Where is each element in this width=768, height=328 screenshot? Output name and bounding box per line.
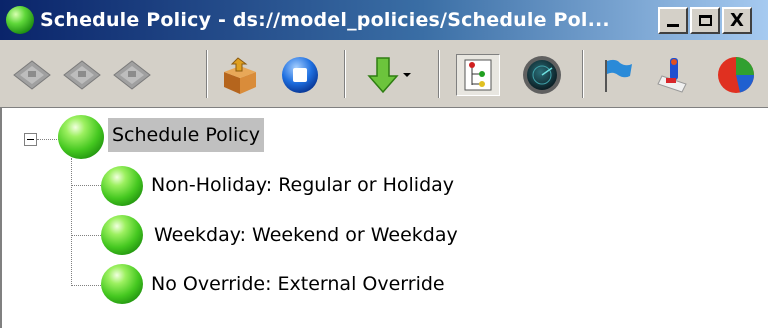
pie-chart-button[interactable] xyxy=(712,54,768,96)
toolbar-separator xyxy=(206,50,208,98)
tree-node-green-ball-icon[interactable] xyxy=(101,166,143,206)
toolbar xyxy=(0,40,768,108)
tools-button[interactable] xyxy=(652,54,696,96)
radar-button[interactable] xyxy=(520,54,564,96)
close-icon: X xyxy=(730,9,744,31)
tree-connector-line xyxy=(71,285,101,286)
close-button[interactable]: X xyxy=(722,6,752,34)
collapse-toggle[interactable] xyxy=(24,133,37,146)
green-ball-icon xyxy=(6,6,34,34)
blue-flag-icon xyxy=(605,59,632,92)
stop-button[interactable] xyxy=(278,54,322,96)
root-node-green-ball-icon[interactable] xyxy=(58,115,104,159)
maximize-icon xyxy=(698,14,712,26)
window-title: Schedule Policy - ds://model_policies/Sc… xyxy=(40,9,610,31)
tree-view-button[interactable] xyxy=(456,54,500,96)
chevron-down-icon xyxy=(403,73,411,77)
minimize-button[interactable] xyxy=(658,6,688,34)
radar-globe-icon xyxy=(523,56,561,94)
save-all-button[interactable] xyxy=(60,54,104,96)
save-button[interactable] xyxy=(10,54,54,96)
minimize-icon xyxy=(667,23,679,27)
gray-diskette-icon xyxy=(113,60,151,90)
open-package-button[interactable] xyxy=(218,54,262,96)
tree-connector-line xyxy=(71,185,101,186)
tree-connector-line xyxy=(71,158,72,286)
green-down-arrow-icon xyxy=(367,57,399,94)
save-as-button[interactable] xyxy=(110,54,154,96)
tree-connector-line xyxy=(71,235,101,236)
flag-button[interactable] xyxy=(594,54,638,96)
gray-diskette-icon xyxy=(63,60,101,90)
tree-structure-icon xyxy=(464,59,492,91)
tree-connector-line xyxy=(37,139,59,140)
tree-item-weekday[interactable]: Weekday: Weekend or Weekday xyxy=(154,224,458,246)
tree-node-green-ball-icon[interactable] xyxy=(101,264,143,304)
caption-buttons: X xyxy=(658,6,752,34)
toolbar-separator xyxy=(438,50,440,98)
toolbar-separator xyxy=(582,50,584,98)
minus-icon xyxy=(27,139,34,140)
download-button[interactable] xyxy=(358,54,420,96)
maximize-button[interactable] xyxy=(690,6,720,34)
tree-root-label[interactable]: Schedule Policy xyxy=(108,118,265,152)
tree-item-non-holiday[interactable]: Non-Holiday: Regular or Holiday xyxy=(151,174,454,196)
blue-stop-icon xyxy=(282,57,318,93)
tools-icon xyxy=(657,58,687,93)
gray-diskette-icon xyxy=(13,60,51,90)
tree-node-green-ball-icon[interactable] xyxy=(101,215,143,255)
toolbar-separator xyxy=(344,50,346,98)
title-bar[interactable]: Schedule Policy - ds://model_policies/Sc… xyxy=(0,0,768,40)
tree-item-no-override[interactable]: No Override: External Override xyxy=(151,273,445,295)
package-box-icon xyxy=(224,57,256,94)
pie-chart-icon xyxy=(718,57,754,93)
